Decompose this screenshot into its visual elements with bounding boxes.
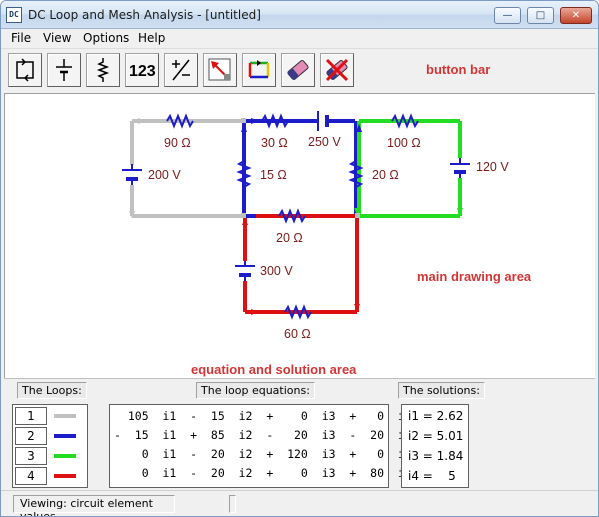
label-20-ohm-vertical: 20 Ω: [372, 168, 399, 182]
resistor-tool-button[interactable]: [86, 53, 120, 87]
label-30-ohm: 30 Ω: [261, 136, 288, 150]
loops-label: The Loops:: [17, 382, 87, 399]
loop-row[interactable]: 2: [13, 426, 87, 446]
status-text: Viewing: circuit element values: [13, 495, 175, 516]
window-title: DC Loop and Mesh Analysis - [untitled]: [28, 8, 261, 22]
equation-lhs: - 15 i1 + 85 i2 - 20 i3 - 20 i4 =: [114, 428, 440, 442]
label-60-ohm: 60 Ω: [284, 327, 311, 341]
circuit-diagram[interactable]: 90 Ω 30 Ω 100 Ω 15 Ω 20 Ω 20 Ω 60 Ω 250 …: [5, 94, 596, 379]
title-bar[interactable]: DC DC Loop and Mesh Analysis - [untitled…: [1, 1, 598, 29]
junctions: [241, 118, 360, 218]
drawing-area[interactable]: 90 Ω 30 Ω 100 Ω 15 Ω 20 Ω 20 Ω 60 Ω 250 …: [4, 93, 595, 378]
battery-tool-button[interactable]: [47, 53, 81, 87]
equation-lhs: 0 i1 - 20 i2 + 120 i3 + 0 i4 =: [114, 447, 440, 461]
numbering-label: 123: [129, 63, 156, 80]
label-300-v: 300 V: [260, 264, 293, 278]
label-120-v: 120 V: [476, 160, 509, 174]
loop-number: 2: [15, 427, 47, 445]
button-bar-annotation: button bar: [426, 62, 491, 77]
minimize-button[interactable]: —: [494, 7, 521, 24]
battery-200: [122, 164, 142, 185]
eraser-icon: [287, 60, 309, 80]
menu-help[interactable]: Help: [138, 31, 165, 45]
menu-file[interactable]: File: [11, 31, 31, 45]
plus-minus-icon: [172, 59, 190, 81]
label-250-v: 250 V: [308, 135, 341, 149]
equations-list: 105 i1 - 15 i2 + 0 i3 + 0 i4 = 200 - 15 …: [109, 404, 465, 488]
close-button[interactable]: ✕: [560, 7, 592, 24]
clear-icon: [325, 58, 349, 82]
label-15-ohm: 15 Ω: [260, 168, 287, 182]
label-90-ohm: 90 Ω: [164, 136, 191, 150]
solution-value: i1 = 2.62: [408, 409, 464, 423]
main-drawing-area-annotation: main drawing area: [417, 269, 532, 284]
loop-color-swatch: [54, 474, 76, 478]
menu-options[interactable]: Options: [83, 31, 129, 45]
maximize-button[interactable]: □: [527, 7, 554, 24]
toolbar: 123 button bar: [1, 48, 598, 90]
polarity-tool-button[interactable]: [164, 53, 198, 87]
equations-label: The loop equations:: [196, 382, 315, 399]
label-100-ohm: 100 Ω: [387, 136, 421, 150]
resistor-icon: [96, 58, 110, 82]
loop-row[interactable]: 3: [13, 446, 87, 466]
app-window: DC DC Loop and Mesh Analysis - [untitled…: [0, 0, 599, 517]
battery-300: [235, 261, 255, 281]
loop-color-swatch: [54, 434, 76, 438]
loops-list: 1 2 3 4: [12, 404, 88, 488]
app-icon: DC: [6, 7, 22, 23]
erase-tool-button[interactable]: [281, 53, 315, 87]
equation-lhs: 105 i1 - 15 i2 + 0 i3 + 0 i4 =: [114, 409, 440, 423]
color-loop-icon: [248, 60, 270, 79]
status-separator: [229, 495, 236, 513]
select-tool-button[interactable]: [203, 53, 237, 87]
color-loop-tool-button[interactable]: [242, 53, 276, 87]
status-bar: Viewing: circuit element values: [1, 490, 598, 516]
menu-bar: File View Options Help: [1, 29, 598, 48]
loop-icon: [16, 58, 34, 82]
loop-tool-button[interactable]: [8, 53, 42, 87]
clear-tool-button[interactable]: [320, 53, 354, 87]
loop-number: 1: [15, 407, 47, 425]
loop-number: 4: [15, 467, 47, 485]
label-200-v: 200 V: [148, 168, 181, 182]
battery-120: [450, 158, 470, 178]
equation-area-annotation: equation and solution area: [191, 362, 357, 377]
solution-value: i2 = 5.01: [408, 429, 464, 443]
menu-view[interactable]: View: [43, 31, 71, 45]
equation-lhs: 0 i1 - 20 i2 + 0 i3 + 80 i4 =: [114, 466, 440, 480]
label-20-ohm-horizontal: 20 Ω: [276, 231, 303, 245]
numbering-icon: 123: [129, 63, 156, 80]
battery-icon: [56, 59, 72, 81]
loop-row[interactable]: 4: [13, 466, 87, 486]
solution-value: i4 = 5: [408, 469, 456, 483]
loop-row[interactable]: 1: [13, 406, 87, 426]
numbering-tool-button[interactable]: 123: [125, 53, 159, 87]
battery-250: [317, 111, 329, 131]
pointer-icon: [208, 58, 231, 81]
loop-number: 3: [15, 447, 47, 465]
solutions-label: The solutions:: [398, 382, 485, 399]
loop-color-swatch: [54, 414, 76, 418]
loop-color-swatch: [54, 454, 76, 458]
solutions-list: i1 = 2.62 i2 = 5.01 i3 = 1.84 i4 = 5: [401, 404, 469, 488]
equation-solution-area: The Loops: The loop equations: The solut…: [4, 378, 595, 490]
solution-value: i3 = 1.84: [408, 449, 464, 463]
